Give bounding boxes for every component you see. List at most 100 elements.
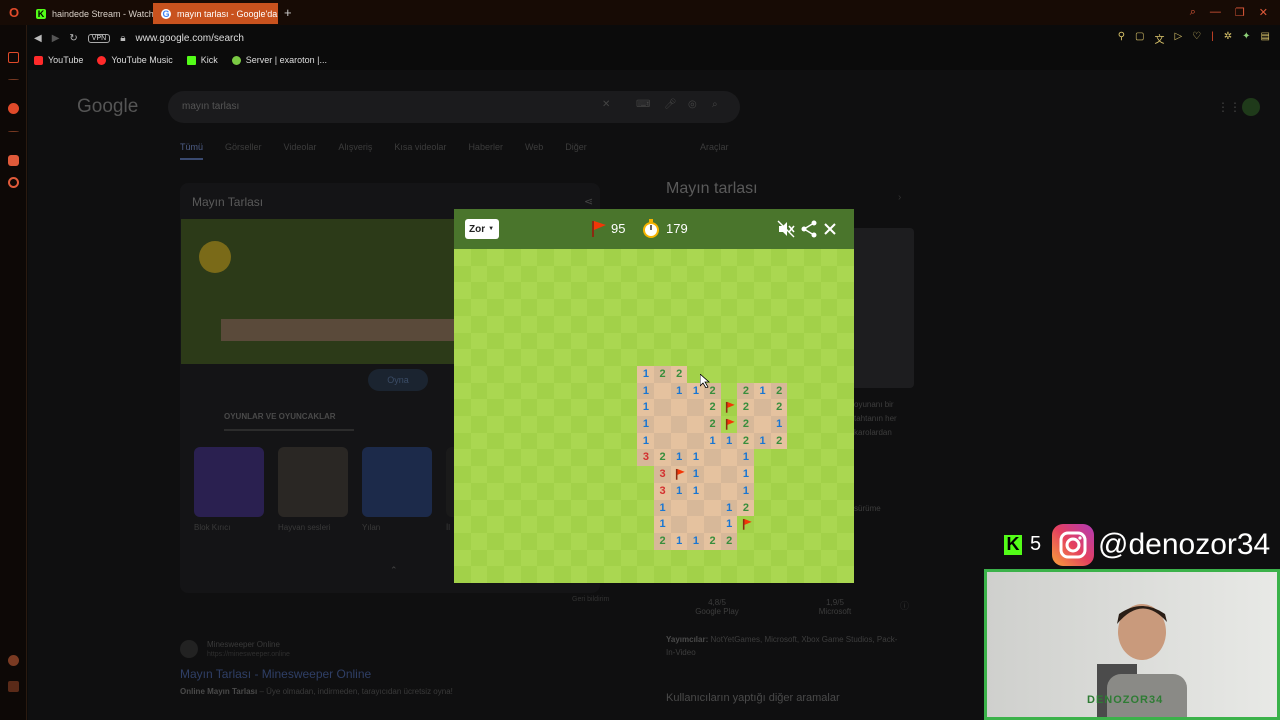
feedback-link[interactable]: Geri bildirim [572,596,609,603]
hidden-cell[interactable] [837,432,855,450]
tab-more[interactable]: Diğer [565,142,587,160]
hidden-cell[interactable] [454,516,472,534]
hidden-cell[interactable] [620,516,638,534]
bookmark-kick[interactable]: Kick [186,55,218,65]
revealed-cell[interactable] [687,399,705,417]
hidden-cell[interactable] [520,566,538,584]
number-cell[interactable]: 1 [720,432,738,450]
hidden-cell[interactable] [837,349,855,367]
hidden-cell[interactable] [604,432,622,450]
hidden-cell[interactable] [620,532,638,551]
hidden-cell[interactable] [570,499,588,517]
hidden-cell[interactable] [570,549,588,567]
hidden-cell[interactable] [504,432,522,450]
hidden-cell[interactable] [520,516,538,534]
hidden-cell[interactable] [687,566,705,584]
gamepad-icon[interactable] [8,52,19,63]
hidden-cell[interactable] [587,449,605,467]
hidden-cell[interactable] [820,449,838,467]
hidden-cell[interactable] [537,432,555,450]
avatar[interactable] [1242,98,1260,116]
tab-short-videos[interactable]: Kısa videolar [394,142,446,160]
hidden-cell[interactable] [470,549,488,567]
hidden-cell[interactable] [587,282,605,300]
mic-icon[interactable]: 🎤︎ [664,99,677,110]
hidden-cell[interactable] [470,282,488,300]
hidden-cell[interactable] [620,365,638,384]
hidden-cell[interactable] [804,349,822,367]
hidden-cell[interactable] [837,399,855,417]
forward-icon[interactable]: ▶ [52,33,60,44]
knowledge-panel-more[interactable]: sürüme [854,504,881,513]
hidden-cell[interactable] [570,532,588,551]
number-cell[interactable]: 2 [720,532,738,551]
revealed-cell[interactable] [754,399,772,417]
hidden-cell[interactable] [454,532,472,551]
hidden-cell[interactable] [554,365,572,384]
hidden-cell[interactable] [754,332,772,350]
number-cell[interactable]: 2 [704,532,722,551]
hidden-cell[interactable] [754,365,772,384]
hidden-cell[interactable] [787,282,805,300]
hidden-cell[interactable] [670,349,688,367]
hidden-cell[interactable] [670,549,688,567]
hidden-cell[interactable] [487,482,505,500]
hidden-cell[interactable] [654,282,672,300]
number-cell[interactable]: 1 [737,482,755,500]
hidden-cell[interactable] [537,416,555,434]
hidden-cell[interactable] [554,315,572,333]
hidden-cell[interactable] [687,549,705,567]
hidden-cell[interactable] [770,299,788,317]
hidden-cell[interactable] [620,482,638,500]
hidden-cell[interactable] [670,265,688,283]
hidden-cell[interactable] [504,416,522,434]
hidden-cell[interactable] [537,349,555,367]
hidden-cell[interactable] [804,382,822,400]
hidden-cell[interactable] [520,249,538,267]
hidden-cell[interactable] [520,466,538,484]
hidden-cell[interactable] [837,365,855,384]
hidden-cell[interactable] [620,382,638,400]
hidden-cell[interactable] [654,249,672,267]
tab-shopping[interactable]: Alışveriş [338,142,372,160]
hidden-cell[interactable] [770,549,788,567]
hidden-cell[interactable] [737,365,755,384]
hidden-cell[interactable] [787,382,805,400]
reload-icon[interactable]: ↻ [69,33,77,44]
google-logo[interactable]: Google [77,96,138,118]
hidden-cell[interactable] [737,282,755,300]
revealed-cell[interactable] [654,432,672,450]
hidden-cell[interactable] [837,482,855,500]
hidden-cell[interactable] [570,265,588,283]
hidden-cell[interactable] [604,365,622,384]
hidden-cell[interactable] [787,332,805,350]
game-thumb-snake[interactable] [362,447,432,517]
hidden-cell[interactable] [520,265,538,283]
number-cell[interactable]: 1 [687,449,705,467]
hidden-cell[interactable] [804,399,822,417]
hidden-cell[interactable] [537,466,555,484]
number-cell[interactable]: 1 [637,399,655,417]
hidden-cell[interactable] [504,315,522,333]
hidden-cell[interactable] [820,299,838,317]
number-cell[interactable]: 1 [654,516,672,534]
hidden-cell[interactable] [654,332,672,350]
hidden-cell[interactable] [520,482,538,500]
hidden-cell[interactable] [537,265,555,283]
number-cell[interactable]: 1 [670,482,688,500]
bookmark-youtube-music[interactable]: YouTube Music [97,55,173,65]
hidden-cell[interactable] [620,315,638,333]
hidden-cell[interactable] [587,365,605,384]
gx-icon[interactable] [8,655,19,666]
hidden-cell[interactable] [587,265,605,283]
revealed-cell[interactable] [670,499,688,517]
hidden-cell[interactable] [537,249,555,267]
hidden-cell[interactable] [620,249,638,267]
number-cell[interactable]: 2 [704,416,722,434]
hidden-cell[interactable] [620,282,638,300]
mute-icon[interactable] [777,220,795,238]
hidden-cell[interactable] [554,449,572,467]
flagged-cell[interactable] [720,399,738,417]
hidden-cell[interactable] [720,299,738,317]
hidden-cell[interactable] [637,349,655,367]
